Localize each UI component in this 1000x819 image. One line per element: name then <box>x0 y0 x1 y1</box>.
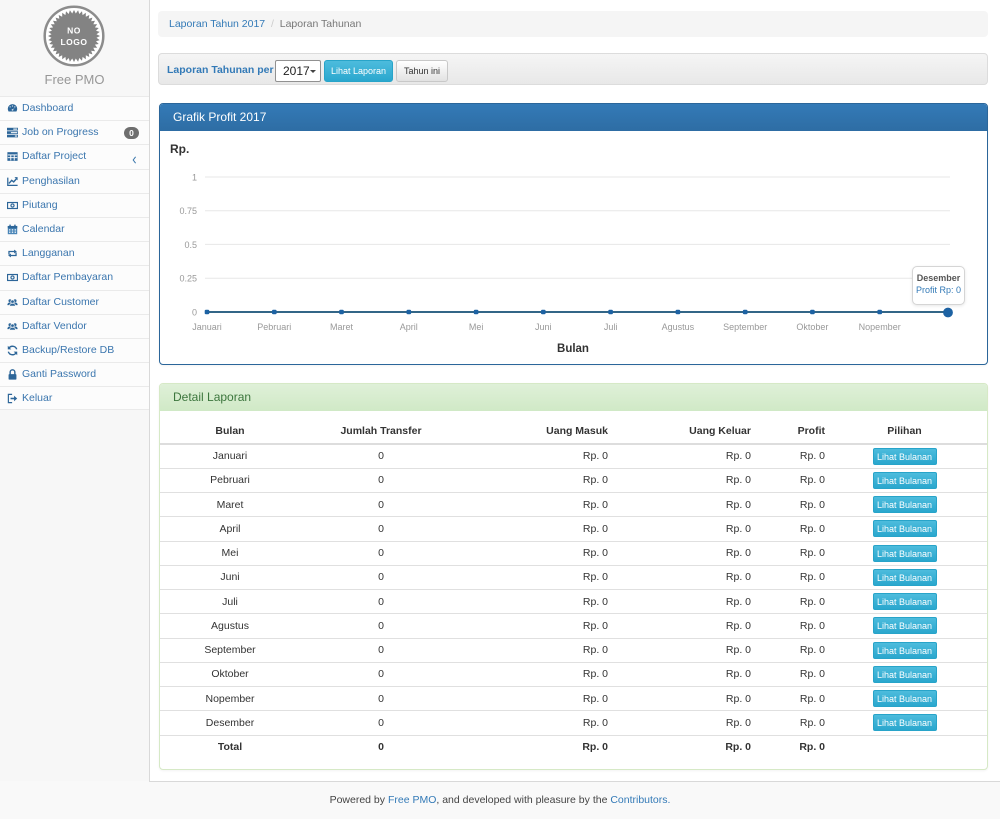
svg-text:NO: NO <box>67 26 81 36</box>
svg-text:0.5: 0.5 <box>184 240 197 250</box>
svg-text:Mei: Mei <box>469 322 484 332</box>
svg-text:Januari: Januari <box>192 322 222 332</box>
svg-text:Juni: Juni <box>535 322 552 332</box>
svg-text:Pebruari: Pebruari <box>257 322 291 332</box>
svg-text:September: September <box>723 322 767 332</box>
svg-text:0: 0 <box>192 308 197 318</box>
svg-text:Nopember: Nopember <box>859 322 901 332</box>
svg-text:LOGO: LOGO <box>60 37 87 47</box>
svg-text:0.25: 0.25 <box>179 274 197 284</box>
svg-text:Agustus: Agustus <box>662 322 695 332</box>
svg-text:Maret: Maret <box>330 322 354 332</box>
svg-text:Juli: Juli <box>604 322 618 332</box>
svg-text:April: April <box>400 322 418 332</box>
svg-text:Rp.: Rp. <box>170 142 189 156</box>
svg-text:0.75: 0.75 <box>179 206 197 216</box>
svg-text:Oktober: Oktober <box>796 322 828 332</box>
svg-text:1: 1 <box>192 173 197 183</box>
svg-text:Bulan: Bulan <box>557 343 589 355</box>
